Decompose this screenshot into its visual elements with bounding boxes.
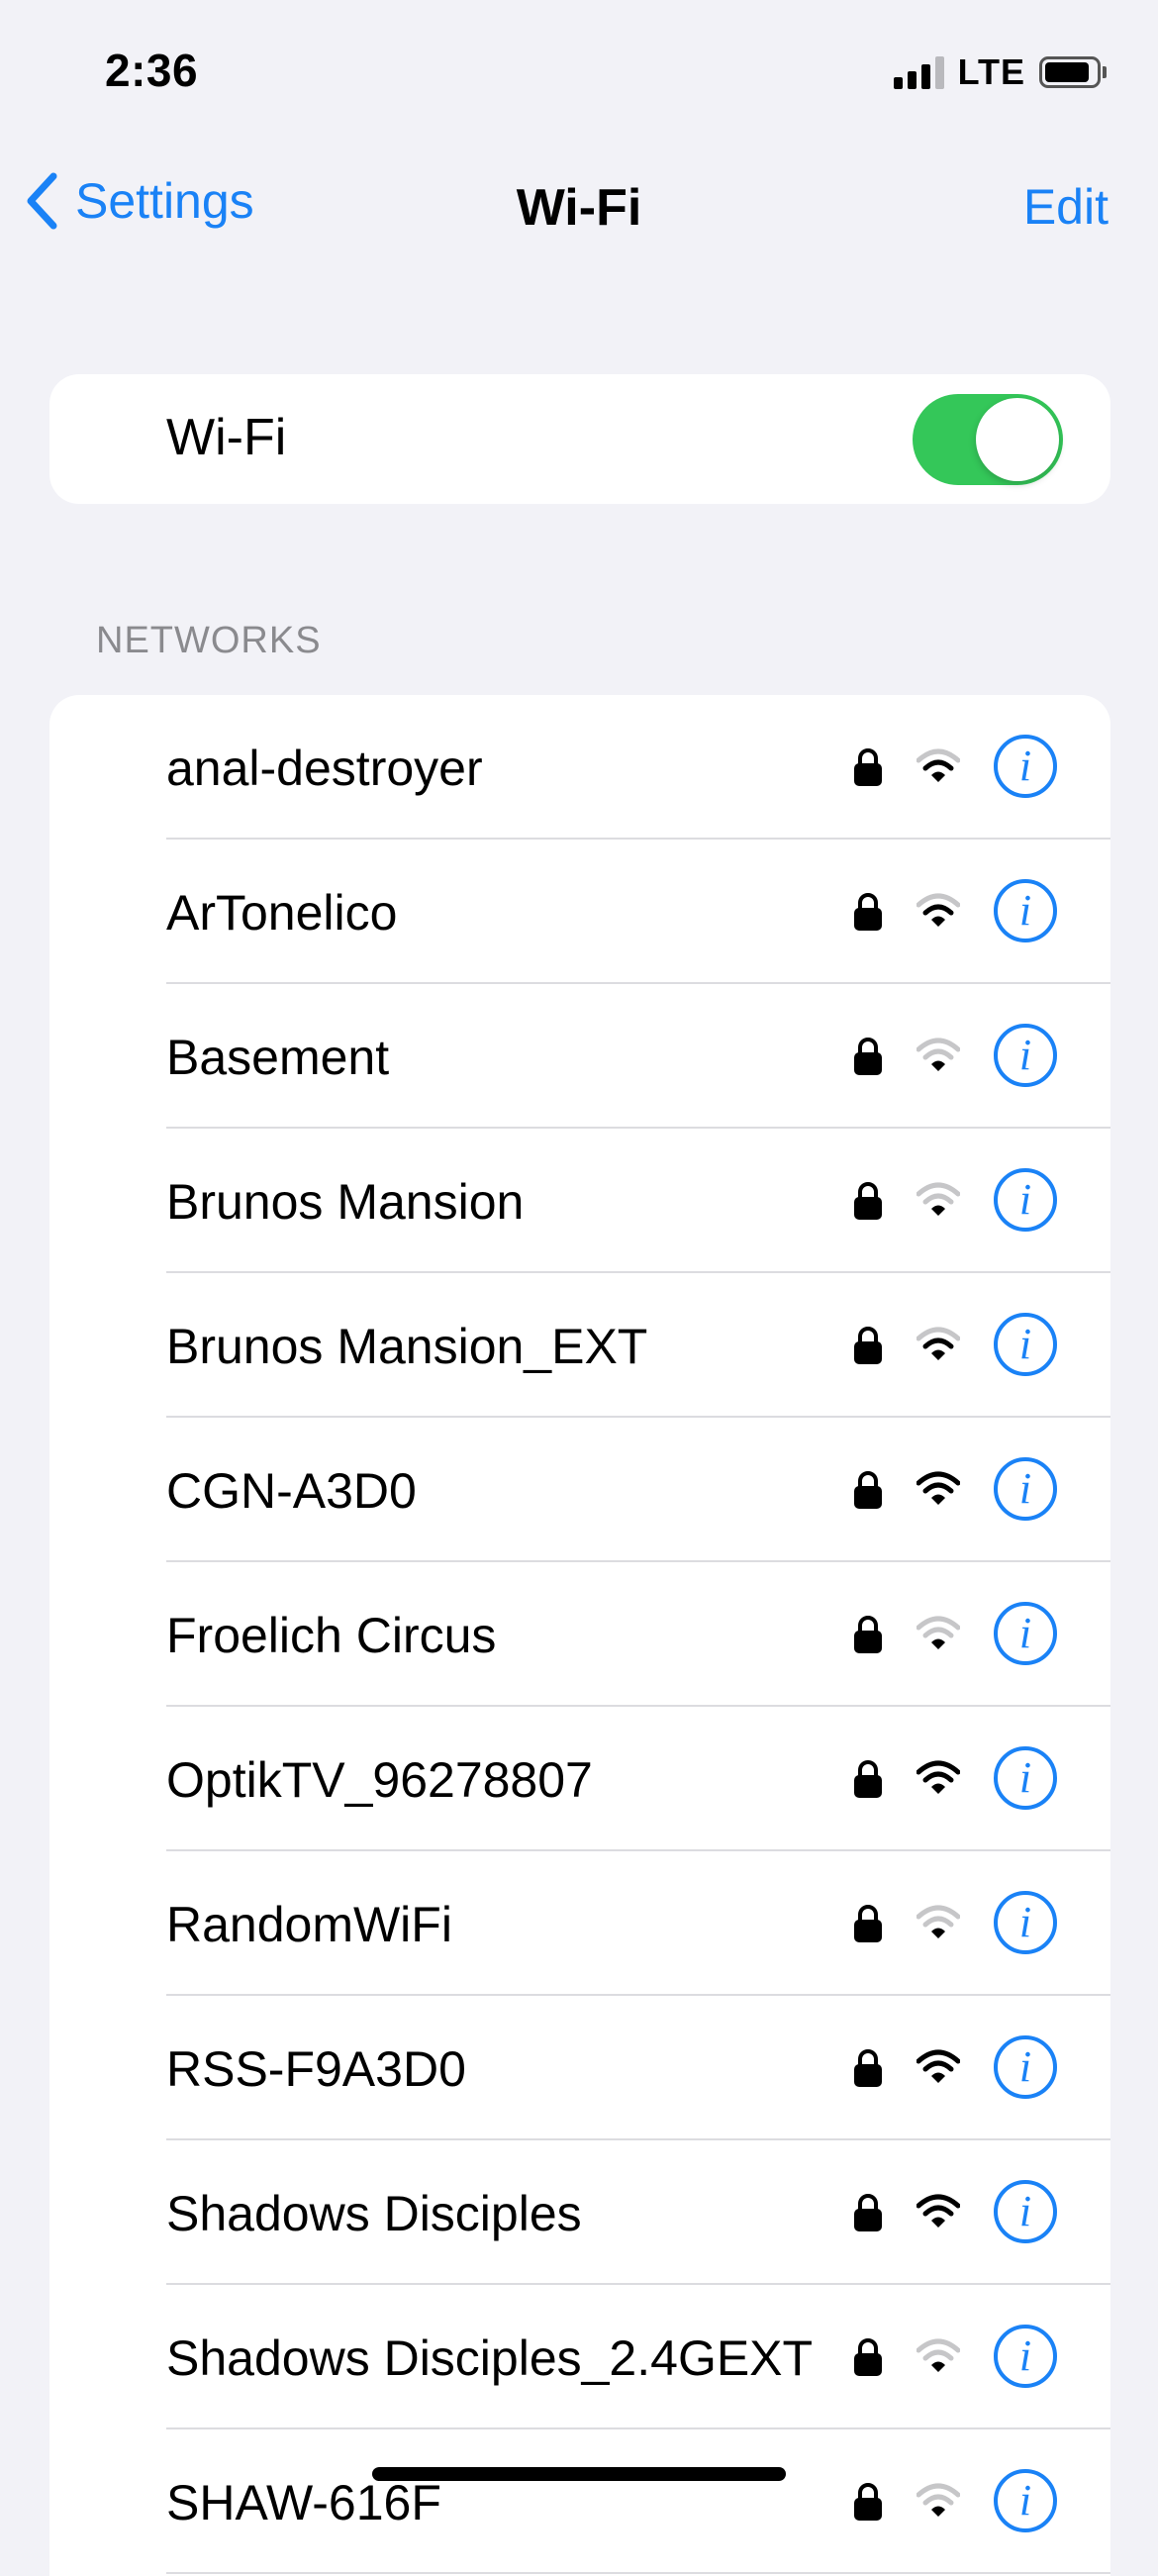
wifi-signal-icon: [916, 2194, 961, 2234]
info-icon[interactable]: i: [994, 1457, 1057, 1521]
wifi-signal-icon: [916, 893, 961, 934]
lock-icon: [853, 1759, 883, 1804]
network-name: CGN-A3D0: [166, 1463, 417, 1519]
networks-section-header: NETWORKS: [96, 620, 322, 661]
network-row[interactable]: Shadows Disciples i: [49, 2140, 1110, 2285]
wifi-signal-icon: [916, 1471, 961, 1512]
lock-icon: [853, 2048, 883, 2093]
network-name: Brunos Mansion_EXT: [166, 1319, 648, 1374]
toggle-knob: [976, 398, 1059, 481]
wifi-signal-icon: [916, 1038, 961, 1078]
wifi-toggle-switch[interactable]: [913, 394, 1063, 485]
network-name: Shadows Disciples: [166, 2186, 582, 2241]
wifi-signal-icon: [916, 748, 961, 789]
lock-icon: [853, 2337, 883, 2382]
network-name: RandomWiFi: [166, 1897, 452, 1952]
wifi-signal-icon: [916, 1905, 961, 1945]
lock-icon: [853, 1326, 883, 1370]
lock-icon: [853, 1615, 883, 1659]
status-bar: 2:36 LTE: [0, 0, 1158, 149]
lock-icon: [853, 2193, 883, 2237]
lock-icon: [853, 1037, 883, 1081]
network-name: SHAW-616F: [166, 2475, 441, 2530]
network-row[interactable]: anal-destroyer i: [49, 695, 1110, 840]
page-title: Wi-Fi: [516, 179, 642, 237]
network-name: ArTonelico: [166, 885, 398, 941]
wifi-signal-icon: [916, 2338, 961, 2379]
status-time: 2:36: [105, 45, 199, 96]
wifi-signal-icon: [916, 1327, 961, 1367]
network-type-label: LTE: [957, 51, 1025, 92]
network-row[interactable]: ArTonelico i: [49, 840, 1110, 984]
networks-list: anal-destroyer i ArTonelico i Basement i Bruno…: [49, 695, 1110, 2576]
lock-icon: [853, 747, 883, 792]
network-row[interactable]: Brunos Mansion_EXT i: [49, 1273, 1110, 1418]
network-row[interactable]: CGN-A3D0 i: [49, 1418, 1110, 1562]
wifi-signal-icon: [916, 1760, 961, 1801]
info-icon[interactable]: i: [994, 2469, 1057, 2532]
info-icon[interactable]: i: [994, 1891, 1057, 1954]
info-icon[interactable]: i: [994, 2035, 1057, 2099]
network-row[interactable]: OptikTV_96278807 i: [49, 1707, 1110, 1851]
wifi-signal-icon: [916, 1616, 961, 1656]
network-name: anal-destroyer: [166, 741, 483, 796]
info-icon[interactable]: i: [994, 1602, 1057, 1665]
row-divider: [166, 2572, 1110, 2574]
info-icon[interactable]: i: [994, 1746, 1057, 1810]
home-indicator: [372, 2467, 786, 2481]
wifi-signal-icon: [916, 1182, 961, 1223]
navigation-bar: Settings Wi-Fi Edit: [0, 158, 1158, 252]
network-name: Basement: [166, 1030, 390, 1085]
lock-icon: [853, 892, 883, 937]
lock-icon: [853, 1904, 883, 1948]
lock-icon: [853, 1470, 883, 1515]
info-icon[interactable]: i: [994, 1168, 1057, 1232]
wifi-toggle-label: Wi-Fi: [166, 409, 287, 466]
network-name: OptikTV_96278807: [166, 1752, 593, 1808]
edit-button[interactable]: Edit: [1023, 178, 1109, 236]
network-name: RSS-F9A3D0: [166, 2041, 466, 2097]
network-row[interactable]: Basement i: [49, 984, 1110, 1129]
info-icon[interactable]: i: [994, 879, 1057, 942]
network-row[interactable]: Brunos Mansion i: [49, 1129, 1110, 1273]
network-row[interactable]: RSS-F9A3D0 i: [49, 1996, 1110, 2140]
lock-icon: [853, 1181, 883, 1226]
network-row[interactable]: SHAW-616F i: [49, 2429, 1110, 2574]
battery-icon: [1039, 56, 1107, 88]
network-row[interactable]: RandomWiFi i: [49, 1851, 1110, 1996]
network-name: Shadows Disciples_2.4GEXT: [166, 2330, 814, 2386]
status-indicators: LTE: [893, 51, 1107, 93]
wifi-toggle-card: Wi-Fi: [49, 374, 1110, 504]
network-name: Brunos Mansion: [166, 1174, 525, 1230]
info-icon[interactable]: i: [994, 2180, 1057, 2243]
info-icon[interactable]: i: [994, 2325, 1057, 2388]
info-icon[interactable]: i: [994, 735, 1057, 798]
info-icon[interactable]: i: [994, 1024, 1057, 1087]
network-row[interactable]: Shadows Disciples_2.4GEXT i: [49, 2285, 1110, 2429]
lock-icon: [853, 2482, 883, 2526]
info-icon[interactable]: i: [994, 1313, 1057, 1376]
network-row[interactable]: Froelich Circus i: [49, 1562, 1110, 1707]
cellular-signal-icon: [893, 55, 944, 89]
network-name: Froelich Circus: [166, 1608, 497, 1663]
wifi-signal-icon: [916, 2483, 961, 2524]
wifi-signal-icon: [916, 2049, 961, 2090]
